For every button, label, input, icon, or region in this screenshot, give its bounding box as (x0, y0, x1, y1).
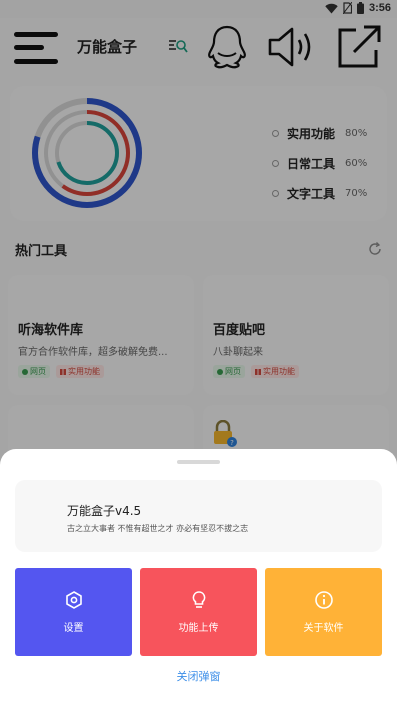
about-button[interactable]: 关于软件 (265, 568, 382, 656)
app-info-card: 万能盒子v4.5 古之立大事者 不惟有超世之才 亦必有坚忍不拔之志 (15, 480, 382, 552)
lightbulb-icon (192, 591, 205, 608)
app-version-title: 万能盒子v4.5 (67, 504, 142, 518)
settings-label: 设置 (63, 623, 84, 634)
about-label: 关于软件 (303, 623, 344, 634)
upload-label: 功能上传 (178, 623, 219, 634)
bottom-sheet: 万能盒子v4.5 古之立大事者 不惟有超世之才 亦必有坚忍不拔之志 设置 功能上… (0, 449, 397, 707)
settings-button[interactable]: 设置 (15, 568, 132, 656)
info-icon (314, 591, 333, 609)
upload-feature-button[interactable]: 功能上传 (140, 568, 257, 656)
settings-icon (65, 591, 82, 609)
close-dialog-button[interactable]: 关闭弹窗 (0, 668, 397, 684)
app-motto: 古之立大事者 不惟有超世之才 亦必有坚忍不拔之志 (67, 524, 249, 533)
drag-handle[interactable] (177, 460, 220, 464)
